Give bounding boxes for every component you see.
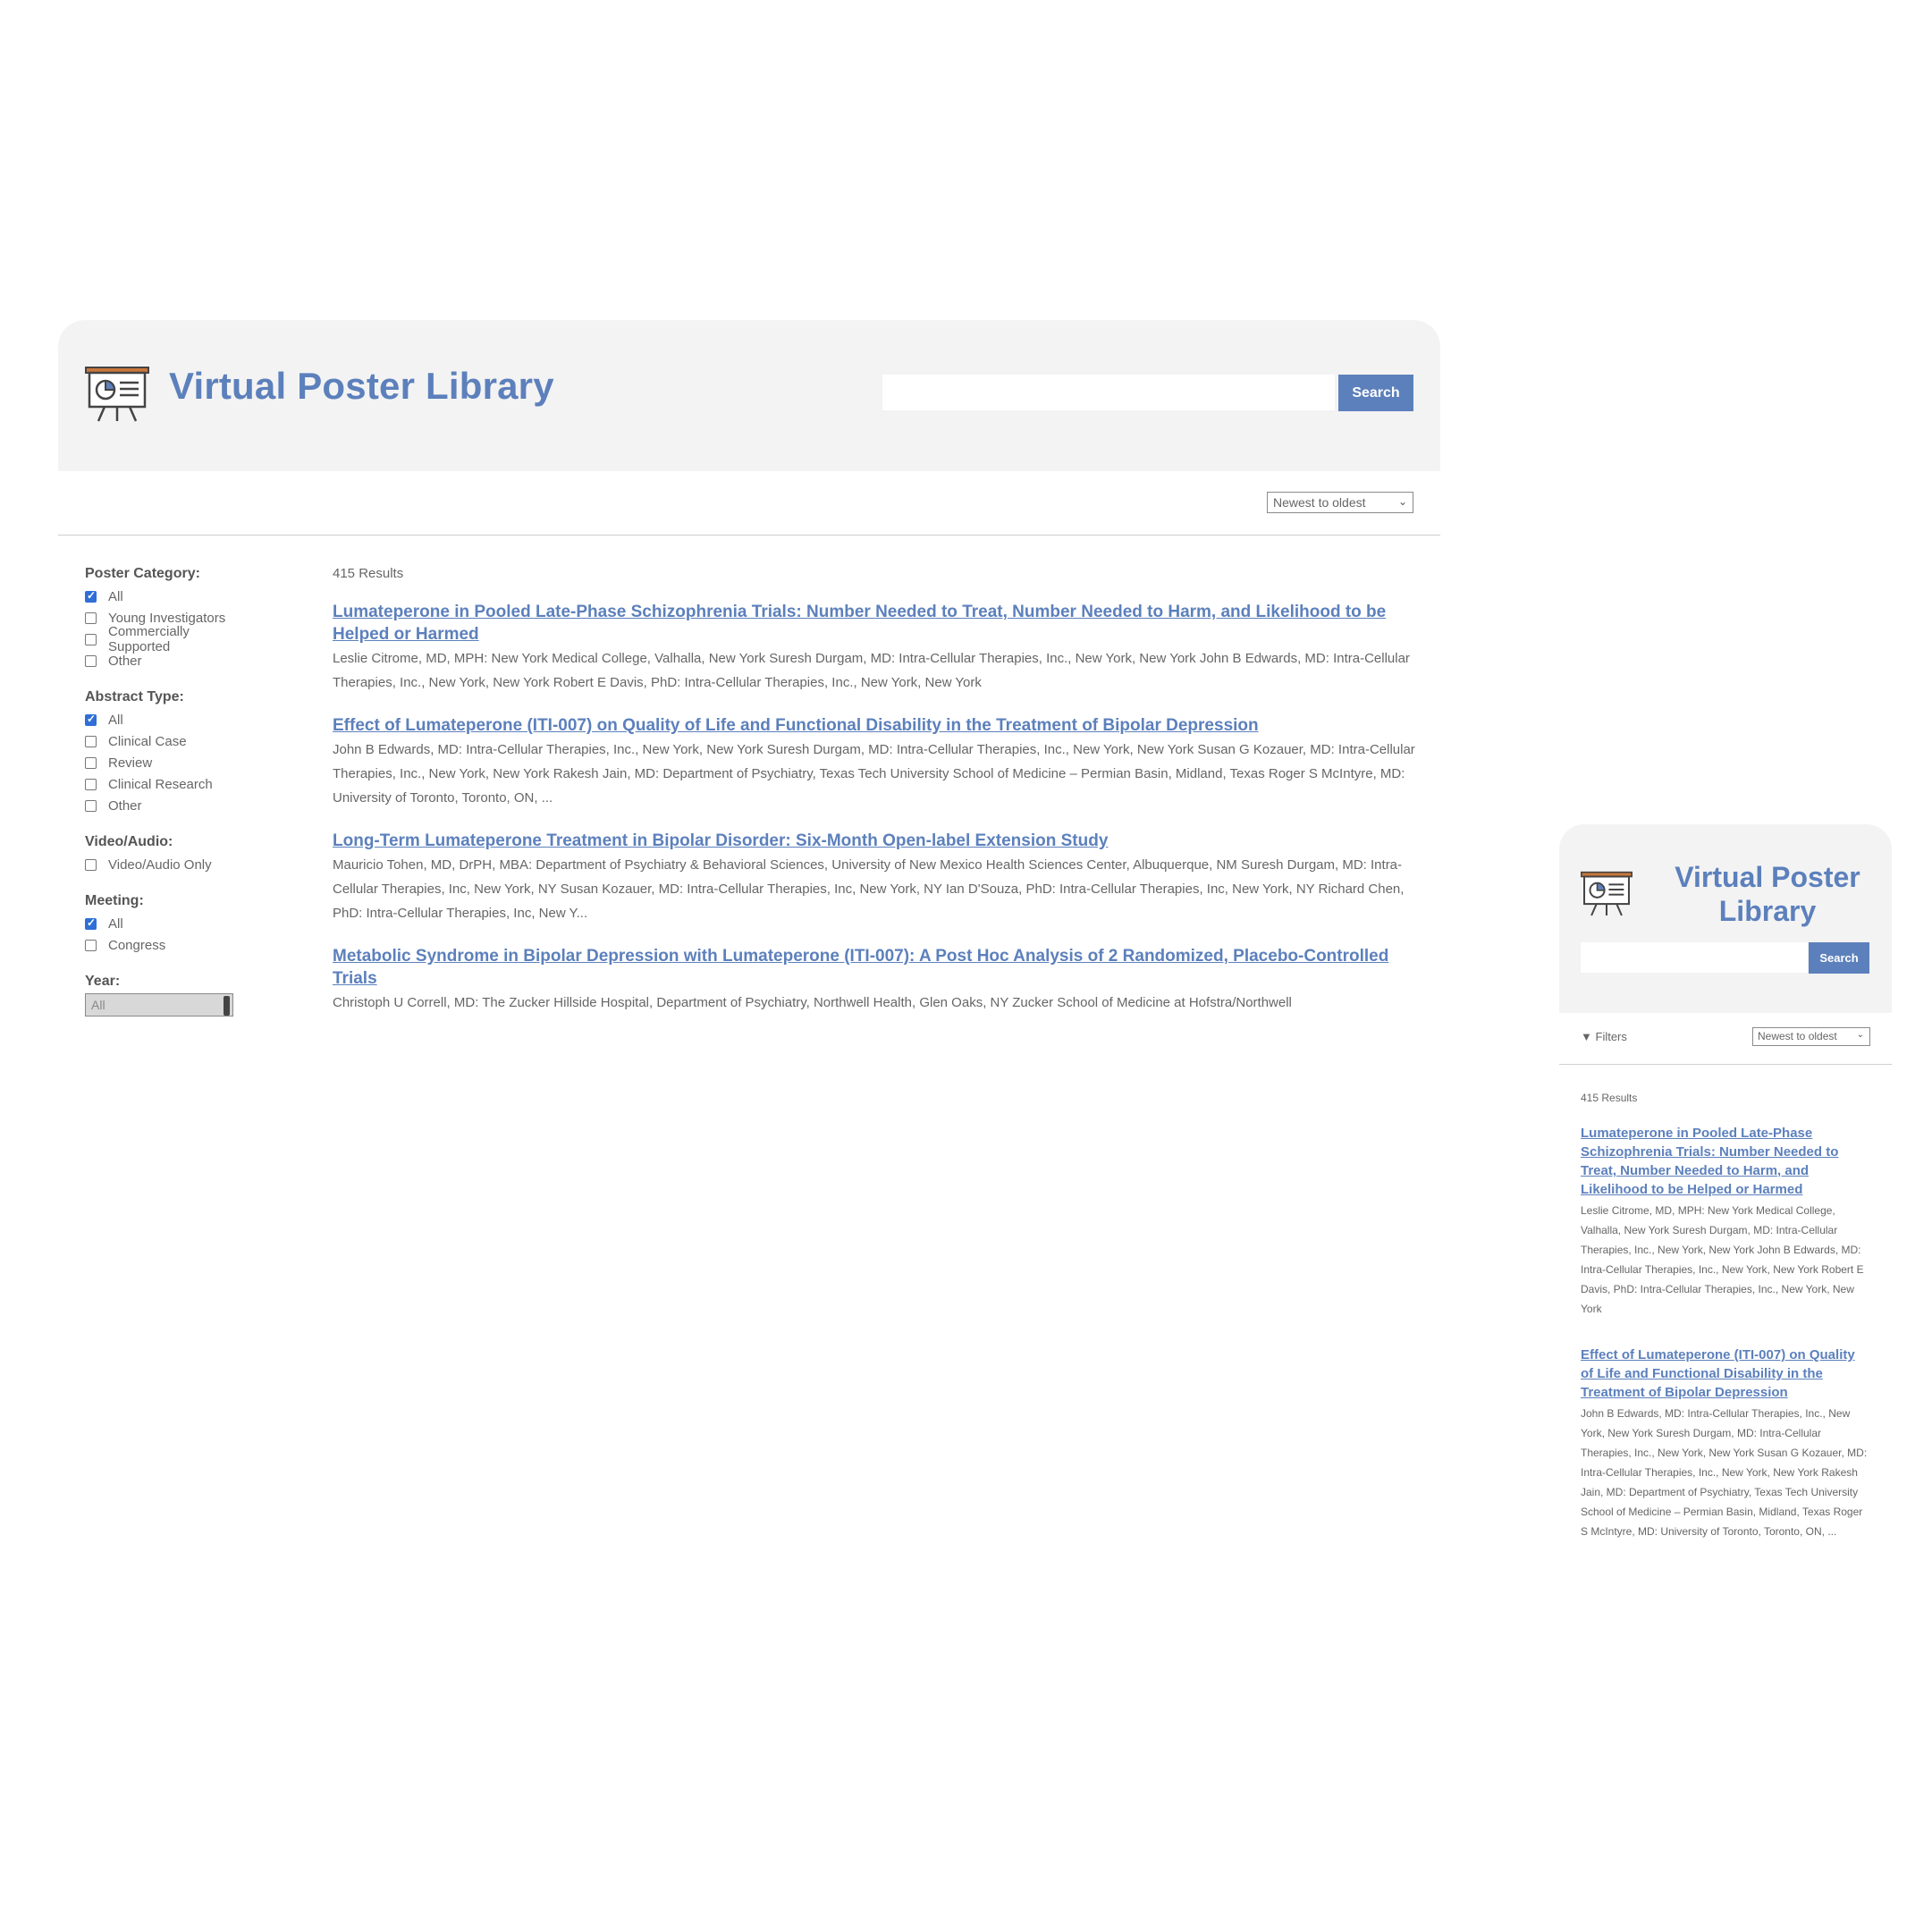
filter-option-video-audio-only[interactable]: Video/Audio Only [85,854,255,875]
mobile-view: Virtual Poster Library Search ▼︎ Filters… [1559,824,1892,1568]
result-authors: Leslie Citrome, MD, MPH: New York Medica… [333,651,1410,690]
results-list: 415 Results Lumateperone in Pooled Late-… [333,566,1416,1034]
chevron-down-icon: ⌄ [1856,1030,1864,1040]
filter-sidebar: Poster Category: All Young Investigators… [85,566,255,1034]
filter-option-label: Young Investigators [108,610,226,626]
results-count: 415 Results [333,566,404,581]
filter-option-clinical-research[interactable]: Clinical Research [85,773,255,795]
checkbox[interactable] [85,735,97,747]
filter-icon: ▼︎ [1581,1030,1592,1043]
filter-heading: Poster Category: [85,566,200,581]
chevron-down-icon: ⌄ [1397,495,1407,508]
result-title-link[interactable]: Effect of Lumateperone (ITI-007) on Qual… [1581,1346,1870,1402]
checkbox[interactable] [85,799,97,812]
result-item: Effect of Lumateperone (ITI-007) on Qual… [333,714,1416,810]
year-select-value: All [91,998,105,1012]
result-authors: John B Edwards, MD: Intra-Cellular Thera… [1581,1407,1868,1538]
checkbox[interactable] [85,756,97,769]
filter-option-all[interactable]: All [85,913,255,934]
filter-option-clinical-case[interactable]: Clinical Case [85,730,255,752]
filter-group-meeting: Meeting: All Congress [85,893,255,956]
result-authors: Mauricio Tohen, MD, DrPH, MBA: Departmen… [333,857,1405,921]
checkbox[interactable] [85,713,97,726]
sort-select[interactable]: Newest to oldest ⌄ [1752,1027,1870,1046]
content-area: Poster Category: All Young Investigators… [58,536,1440,1042]
header: Virtual Poster Library Search [1559,824,1892,1013]
page-title: Virtual Poster Library [169,365,554,407]
filter-option-label: Clinical Case [108,733,187,749]
header: Virtual Poster Library Search [58,320,1440,471]
filters-button[interactable]: ▼︎ Filters [1581,1030,1627,1043]
filter-heading: Video/Audio: [85,834,173,849]
search-button[interactable]: Search [1809,942,1869,974]
filter-option-label: Commercially Supported [108,624,190,654]
filter-group-video-audio: Video/Audio: Video/Audio Only [85,834,255,875]
filter-heading: Year: [85,974,121,989]
filter-option-label: All [108,915,123,932]
result-authors: John B Edwards, MD: Intra-Cellular Thera… [333,742,1415,806]
desktop-view: Virtual Poster Library Search Newest to … [58,320,1440,1042]
filter-group-abstract-type: Abstract Type: All Clinical Case Review … [85,689,255,816]
filter-heading: Meeting: [85,893,144,908]
checkbox[interactable] [85,858,97,871]
filter-group-year: Year: All [85,974,255,1017]
presentation-board-icon [1581,871,1632,916]
checkbox[interactable] [85,778,97,790]
sort-select-value: Newest to oldest [1758,1030,1837,1042]
filter-option-label: Video/Audio Only [108,856,212,873]
checkbox[interactable] [85,612,97,624]
filter-option-all[interactable]: All [85,709,255,730]
results-count: 415 Results [1581,1092,1638,1104]
filter-option-label: Other [108,653,142,669]
filter-option-congress[interactable]: Congress [85,934,255,956]
search-input[interactable] [882,375,1335,410]
checkbox[interactable] [85,633,97,645]
filter-option-all[interactable]: All [85,586,255,607]
checkbox[interactable] [85,589,97,603]
filter-option-label: All [108,588,123,604]
page-title: Virtual Poster Library [1675,861,1860,927]
filter-heading: Abstract Type: [85,689,184,704]
result-item: Effect of Lumateperone (ITI-007) on Qual… [1581,1346,1870,1541]
search-input[interactable] [1581,942,1808,973]
filters-label: Filters [1595,1030,1627,1043]
filter-option-label: Congress [108,937,166,953]
result-title-link[interactable]: Long-Term Lumateperone Treatment in Bipo… [333,830,1416,852]
filter-group-poster-category: Poster Category: All Young Investigators… [85,566,255,671]
result-item: Long-Term Lumateperone Treatment in Bipo… [333,830,1416,925]
toolbar: ▼︎ Filters Newest to oldest ⌄ [1559,1013,1892,1065]
scrollbar[interactable] [224,996,230,1016]
sort-select-value: Newest to oldest [1273,495,1366,510]
result-title-link[interactable]: Lumateperone in Pooled Late-Phase Schizo… [1581,1124,1870,1199]
filter-option-label: Other [108,797,142,814]
sort-select[interactable]: Newest to oldest ⌄ [1267,492,1413,513]
result-title-link[interactable]: Effect of Lumateperone (ITI-007) on Qual… [333,714,1416,737]
result-title-link[interactable]: Lumateperone in Pooled Late-Phase Schizo… [333,601,1416,645]
filter-option-label: Review [108,755,153,771]
result-authors: Christoph U Correll, MD: The Zucker Hill… [333,995,1292,1010]
filter-option-commercially-supported[interactable]: Commercially Supported [85,624,255,654]
filter-option-label: Clinical Research [108,776,213,792]
checkbox[interactable] [85,916,97,930]
checkbox[interactable] [85,654,97,667]
presentation-board-icon [85,367,149,422]
filter-option-review[interactable]: Review [85,752,255,773]
year-select[interactable]: All [85,993,233,1017]
result-item: Lumateperone in Pooled Late-Phase Schizo… [1581,1124,1870,1319]
result-item: Metabolic Syndrome in Bipolar Depression… [333,945,1416,1015]
filter-option-label: All [108,712,123,728]
result-item: Lumateperone in Pooled Late-Phase Schizo… [333,601,1416,695]
result-title-link[interactable]: Metabolic Syndrome in Bipolar Depression… [333,945,1416,990]
checkbox[interactable] [85,939,97,951]
content-area: 415 Results Lumateperone in Pooled Late-… [1559,1065,1892,1541]
toolbar: Newest to oldest ⌄ [58,471,1440,536]
search-button[interactable]: Search [1338,375,1413,411]
filter-option-other[interactable]: Other [85,795,255,816]
result-authors: Leslie Citrome, MD, MPH: New York Medica… [1581,1204,1864,1315]
